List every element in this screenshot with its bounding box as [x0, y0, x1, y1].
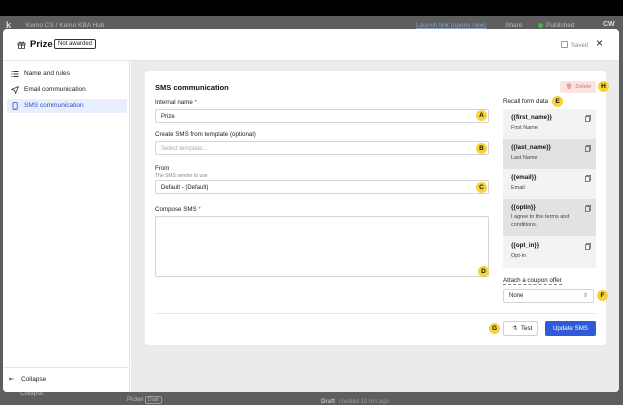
- recall-description: First Name: [511, 125, 538, 131]
- recall-description: Email: [511, 185, 525, 191]
- copy-icon[interactable]: [585, 205, 591, 212]
- recall-form-data-list: {{first_name}} First Name {{last_name}} …: [503, 109, 596, 268]
- send-icon: [11, 86, 19, 94]
- background-share-button: Share: [505, 22, 523, 29]
- marker-g: G: [489, 323, 500, 334]
- test-button-label: Test: [521, 325, 533, 332]
- copy-icon[interactable]: [585, 243, 591, 250]
- recall-token: {{first_name}}: [511, 114, 552, 121]
- sidebar-item-sms-communication[interactable]: SMS communication: [7, 99, 127, 113]
- from-label: From: [155, 165, 170, 172]
- recall-item[interactable]: {{first_name}} First Name: [503, 109, 596, 139]
- sms-form-card: SMS communication Delete H Internal name…: [145, 71, 609, 345]
- background-draft: Draft created 10 hrs ago: [321, 399, 390, 405]
- collapse-icon: ⇤: [9, 376, 15, 383]
- recall-description: Opt-in: [511, 253, 526, 259]
- compose-sms-textarea[interactable]: [155, 216, 489, 277]
- coupon-offer-label: Attach a coupon offer: [503, 277, 562, 285]
- modal-title: Prize: [30, 39, 53, 50]
- marker-f: F: [597, 290, 608, 301]
- gift-icon: [17, 41, 26, 49]
- background-status-badge: Published: [538, 22, 575, 29]
- background-launch-link: Launch link (opens new): [416, 22, 487, 29]
- test-button[interactable]: ⚗ Test: [503, 321, 538, 336]
- sidebar-item-name-and-rules[interactable]: Name and rules: [7, 67, 127, 81]
- flask-icon: ⚗: [512, 325, 518, 332]
- marker-c: C: [476, 182, 487, 193]
- marker-h: H: [598, 81, 609, 92]
- sidebar-item-label: Name and rules: [24, 70, 70, 77]
- marker-b: B: [476, 143, 487, 154]
- compose-sms-label: Compose SMS *: [155, 206, 201, 213]
- marker-e: E: [552, 96, 563, 107]
- internal-name-input[interactable]: Prize: [155, 109, 489, 123]
- form-divider: [155, 313, 596, 314]
- recall-item[interactable]: {{email}} Email: [503, 169, 596, 199]
- recall-token: {{email}}: [511, 174, 537, 181]
- recall-item[interactable]: {{optin}} I agree to the terms and condi…: [503, 199, 596, 236]
- collapse-button[interactable]: ⇤ Collapse: [9, 375, 46, 383]
- recall-description: I agree to the terms and conditions.: [511, 214, 570, 228]
- recall-token: {{opt_in}}: [511, 242, 540, 249]
- modal-content: SMS communication Delete H Internal name…: [131, 61, 619, 392]
- background-breadcrumb: Kemo CS / Kemo KBA Hub: [26, 22, 105, 29]
- from-select[interactable]: Default - (Default): [155, 180, 489, 194]
- coupon-offer-value: None: [509, 293, 524, 299]
- modal-header: Prize Not awarded Saved ×: [3, 29, 619, 61]
- chevron-up-down-icon: ⇕: [582, 293, 588, 299]
- marker-d: D: [478, 266, 489, 277]
- recall-description: Last Name: [511, 155, 538, 161]
- form-title: SMS communication: [155, 83, 229, 92]
- user-avatar: CW: [603, 21, 615, 28]
- recall-token: {{last_name}}: [511, 144, 551, 151]
- update-sms-button[interactable]: Update SMS: [545, 321, 596, 336]
- saved-indicator: Saved: [561, 41, 588, 49]
- status-badge: Not awarded: [54, 39, 97, 49]
- template-label: Create SMS from template (optional): [155, 131, 256, 138]
- template-select[interactable]: Select template...: [155, 141, 489, 155]
- marker-a: A: [476, 110, 487, 121]
- recall-form-data-title: Recall form data: [503, 98, 549, 105]
- sidebar-item-label: Email communication: [24, 86, 86, 93]
- copy-icon[interactable]: [585, 175, 591, 182]
- collapse-label: Collapse: [21, 376, 47, 383]
- internal-name-label: Internal name *: [155, 99, 197, 106]
- prize-modal: Prize Not awarded Saved × Name and rules…: [3, 29, 619, 392]
- copy-icon[interactable]: [585, 115, 591, 122]
- background-app-footer: Collapse Picker Draft Draft created 10 hr…: [0, 391, 623, 405]
- list-icon: [11, 71, 19, 77]
- phone-icon: [12, 102, 18, 110]
- modal-sidebar: Name and rules Email communication SMS c…: [3, 61, 130, 392]
- recall-item[interactable]: {{opt_in}} Opt-in: [503, 236, 596, 268]
- recall-item[interactable]: {{last_name}} Last Name: [503, 139, 596, 169]
- from-hint: The SMS sender to use: [155, 173, 208, 179]
- sidebar-item-email-communication[interactable]: Email communication: [7, 83, 127, 97]
- sidebar-divider: [3, 367, 130, 368]
- background-picker-badge: Draft: [145, 396, 162, 404]
- close-icon[interactable]: ×: [596, 36, 603, 50]
- recall-token: {{optin}}: [511, 204, 536, 211]
- background-picker: Picker: [127, 397, 144, 403]
- copy-icon[interactable]: [585, 145, 591, 152]
- top-black-bar: [0, 0, 623, 16]
- delete-button[interactable]: Delete: [560, 81, 596, 93]
- sidebar-item-label: SMS communication: [24, 102, 84, 109]
- coupon-offer-select[interactable]: None ⇕: [503, 289, 594, 303]
